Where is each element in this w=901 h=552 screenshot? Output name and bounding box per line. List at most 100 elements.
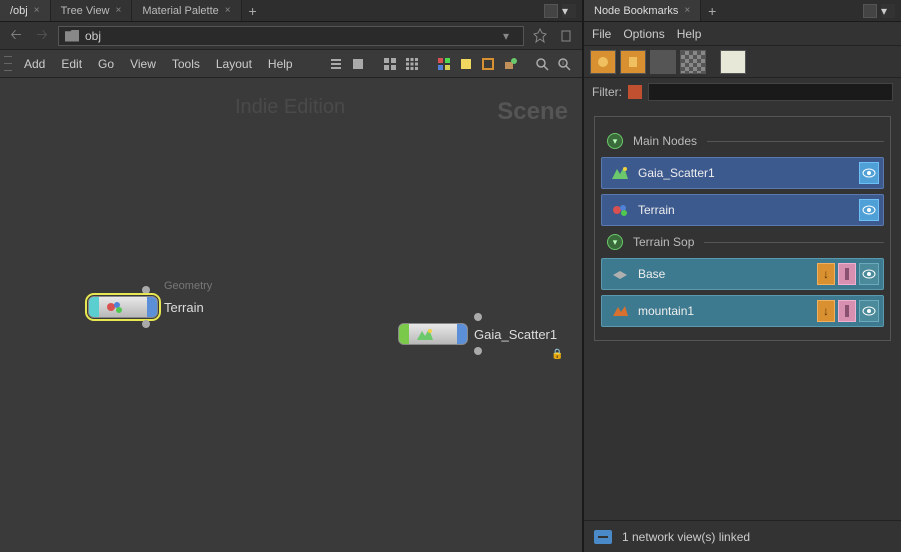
bookmark-terrain[interactable]: Terrain [601,194,884,226]
menu-view[interactable]: View [122,53,164,75]
network-editor-pane: /obj × Tree View × Material Palette × + … [0,0,584,552]
forward-button[interactable]: 🡢 [32,26,52,46]
bookmarks-pane: Node Bookmarks × + ▾ File Options Help F… [584,0,901,552]
watermark-context: Scene [497,98,568,126]
display-flag[interactable] [399,324,409,344]
tab-label: Material Palette [142,5,218,17]
color-palette-icon[interactable] [434,54,454,74]
bookmark-base[interactable]: Base ↓ [601,258,884,290]
menu-options[interactable]: Options [623,27,664,41]
tab-label: Node Bookmarks [594,5,678,17]
node-gaia-scatter[interactable]: Gaia_Scatter1 🔒 [398,323,557,345]
link-icon [594,530,612,544]
display-flag[interactable] [89,297,99,317]
svg-text:i: i [562,61,563,67]
close-icon[interactable]: × [684,5,690,16]
menu-go[interactable]: Go [90,53,122,75]
tab-label: /obj [10,5,28,17]
menu-help[interactable]: Help [677,27,702,41]
path-input[interactable]: obj ▾ [58,26,524,46]
search-icon[interactable] [532,54,552,74]
bookmark-mountain1[interactable]: mountain1 ↓ [601,295,884,327]
menu-add[interactable]: Add [16,53,53,75]
pin-button[interactable] [530,26,550,46]
node-output-port[interactable] [142,320,150,328]
info-search-icon[interactable]: i [554,54,574,74]
bookmark-gaia-scatter[interactable]: Gaia_Scatter1 [601,157,884,189]
terrain-icon [610,200,630,220]
detail-view-icon[interactable] [348,54,368,74]
tag-orange-button[interactable] [590,50,616,74]
tag-grey-button[interactable] [650,50,676,74]
tag-checker-button[interactable] [680,50,706,74]
watermark-edition: Indie Edition [235,96,345,119]
tab-label: Tree View [61,5,110,17]
tag-toolbar [584,46,901,78]
close-icon[interactable]: × [34,5,40,16]
drag-handle-icon[interactable] [4,54,12,74]
menu-tools[interactable]: Tools [164,53,208,75]
eye-button[interactable] [859,263,879,285]
pane-menu-button[interactable]: ▾ [881,4,895,18]
pane-maximize-button[interactable] [863,4,877,18]
filter-row: Filter: [584,78,901,106]
info-button[interactable] [838,263,856,285]
tag-flag-button[interactable] [620,50,646,74]
bookmark-label: Gaia_Scatter1 [638,166,851,180]
menu-file[interactable]: File [592,27,611,41]
grid-small-icon[interactable] [380,54,400,74]
gaia-icon [413,325,437,343]
filter-icon[interactable] [628,85,642,99]
render-flag[interactable] [147,297,157,317]
menu-edit[interactable]: Edit [53,53,90,75]
tab-material-palette[interactable]: Material Palette × [132,0,241,21]
close-icon[interactable]: × [225,5,231,16]
node-terrain[interactable]: Geometry Terrain [88,296,204,318]
left-tabs-row: /obj × Tree View × Material Palette × + … [0,0,582,22]
section-header-main-nodes: ▾ Main Nodes [607,133,884,149]
add-tab-button[interactable]: + [242,3,264,19]
expose-button[interactable] [556,26,576,46]
add-tab-button[interactable]: + [701,3,723,19]
info-button[interactable] [838,300,856,322]
down-arrow-button[interactable]: ↓ [817,300,835,322]
section-header-terrain-sop: ▾ Terrain Sop [607,234,884,250]
base-icon [610,264,630,284]
pane-maximize-button[interactable] [544,4,558,18]
bookmark-label: Base [638,267,809,281]
lock-icon: 🔒 [551,349,561,359]
eye-button[interactable] [859,162,879,184]
add-item-icon[interactable] [500,54,520,74]
pane-menu-button[interactable]: ▾ [562,4,576,18]
close-icon[interactable]: × [116,5,122,16]
filter-input[interactable] [648,83,893,101]
tab-node-bookmarks[interactable]: Node Bookmarks × [584,0,701,21]
section-toggle[interactable]: ▾ [607,133,623,149]
chevron-down-icon[interactable]: ▾ [503,29,517,43]
tab-tree-view[interactable]: Tree View × [51,0,133,21]
node-input-port[interactable] [474,313,482,321]
grid-large-icon[interactable] [402,54,422,74]
eye-button[interactable] [859,300,879,322]
list-view-icon[interactable] [326,54,346,74]
tab-obj[interactable]: /obj × [0,0,51,21]
eye-button[interactable] [859,199,879,221]
section-toggle[interactable]: ▾ [607,234,623,250]
tag-page-button[interactable] [720,50,746,74]
menu-layout[interactable]: Layout [208,53,260,75]
bookmark-box: ▾ Main Nodes Gaia_Scatter1 Terrain [594,116,891,341]
network-canvas[interactable]: Indie Edition Scene Geometry Terrain [0,78,582,552]
mountain-icon [610,301,630,321]
down-arrow-button[interactable]: ↓ [817,263,835,285]
status-bar: 1 network view(s) linked [584,520,901,552]
node-input-port[interactable] [142,286,150,294]
menu-help[interactable]: Help [260,53,301,75]
render-flag[interactable] [457,324,467,344]
section-divider [707,141,884,142]
network-box-icon[interactable] [478,54,498,74]
node-output-port[interactable] [474,347,482,355]
sticky-note-icon[interactable] [456,54,476,74]
back-button[interactable]: 🡠 [6,26,26,46]
path-bar: 🡠 🡢 obj ▾ [0,22,582,50]
path-text: obj [85,29,101,43]
